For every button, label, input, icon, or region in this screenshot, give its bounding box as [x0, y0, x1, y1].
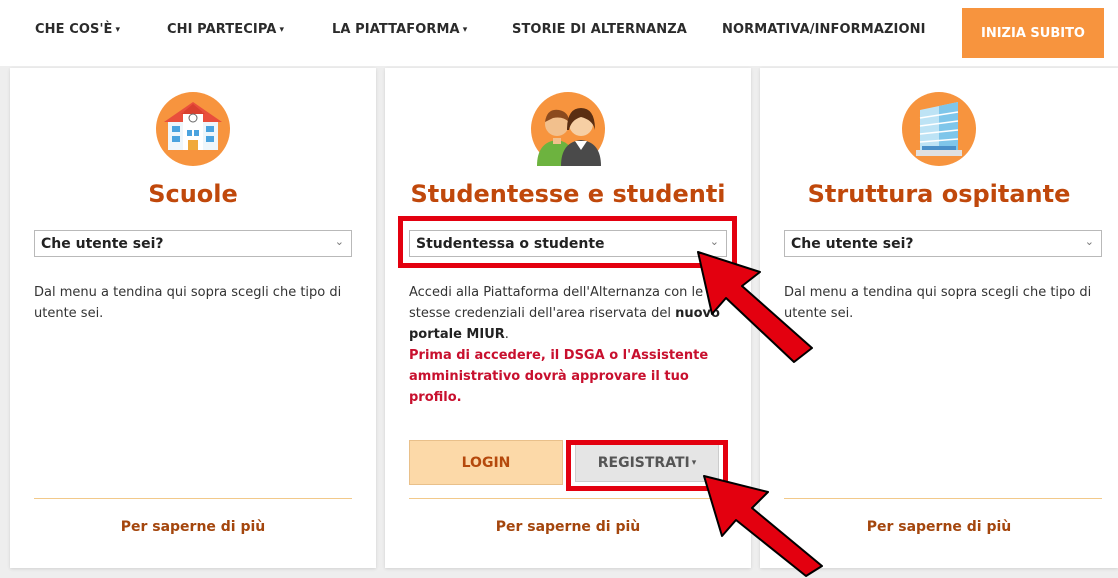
- learn-more-link[interactable]: Per saperne di più: [760, 519, 1118, 535]
- nav-item-normativa-informazioni[interactable]: NORMATIVA/INFORMAZIONI: [722, 22, 926, 37]
- user-type-select[interactable]: Che utente sei? ⌄: [34, 230, 352, 257]
- chevron-down-icon: ⌄: [709, 235, 719, 248]
- inizia-subito-button[interactable]: INIZIA SUBITO: [962, 8, 1104, 58]
- nav-item-storie-di-alternanza[interactable]: STORIE DI ALTERNANZA: [512, 22, 687, 37]
- user-type-select-studenti[interactable]: Studentessa o studente ⌄: [409, 230, 727, 257]
- card-description: Dal menu a tendina qui sopra scegli che …: [784, 285, 1092, 321]
- caret-down-icon: ▾: [462, 25, 468, 35]
- caret-down-icon: ▾: [279, 25, 285, 35]
- card-scuole: Scuole Che utente sei? ⌄ Dal menu a tendi…: [10, 68, 376, 568]
- card-title-studenti: Studentesse e studenti: [410, 180, 726, 208]
- nav-item-la-piattaforma[interactable]: LA PIATTAFORMA ▾: [332, 22, 467, 37]
- learn-more-link[interactable]: Per saperne di più: [10, 519, 376, 535]
- chevron-down-icon: ⌄: [334, 235, 344, 248]
- divider: [409, 498, 727, 499]
- card-studenti: Studentesse e studenti Studentessa o stu…: [385, 68, 751, 568]
- divider: [784, 498, 1102, 499]
- card-title-struttura: Struttura ospitante: [807, 180, 1071, 208]
- approval-warning: Prima di accedere, il DSGA o l'Assistent…: [409, 348, 709, 405]
- caret-down-icon: ▾: [691, 458, 697, 468]
- card-struttura: Struttura ospitante Che utente sei? ⌄ Dal…: [760, 68, 1118, 568]
- card-title-scuole: Scuole: [148, 180, 238, 208]
- register-button[interactable]: REGISTRATI ▾: [575, 444, 719, 482]
- chevron-down-icon: ⌄: [1084, 235, 1094, 248]
- divider: [34, 498, 352, 499]
- login-button[interactable]: LOGIN: [409, 440, 563, 485]
- caret-down-icon: ▾: [115, 25, 121, 35]
- nav-item-che-cose[interactable]: CHE COS'È ▾: [35, 22, 120, 37]
- user-type-select-struttura[interactable]: Che utente sei? ⌄: [784, 230, 1102, 257]
- profile-panels: Scuole Che utente sei? ⌄ Dal menu a tendi…: [0, 66, 1118, 578]
- school-icon: [156, 92, 230, 166]
- learn-more-link[interactable]: Per saperne di più: [385, 519, 751, 535]
- top-navigation: CHE COS'È ▾ CHI PARTECIPA ▾ LA PIATTAFORMA…: [0, 0, 1118, 66]
- students-icon: [531, 92, 605, 166]
- card-description-studenti: Accedi alla Piattaforma dell'Alternanza …: [409, 285, 720, 405]
- card-description: Dal menu a tendina qui sopra scegli che …: [34, 285, 342, 321]
- building-icon: [902, 92, 976, 166]
- nav-item-chi-partecipa[interactable]: CHI PARTECIPA ▾: [167, 22, 284, 37]
